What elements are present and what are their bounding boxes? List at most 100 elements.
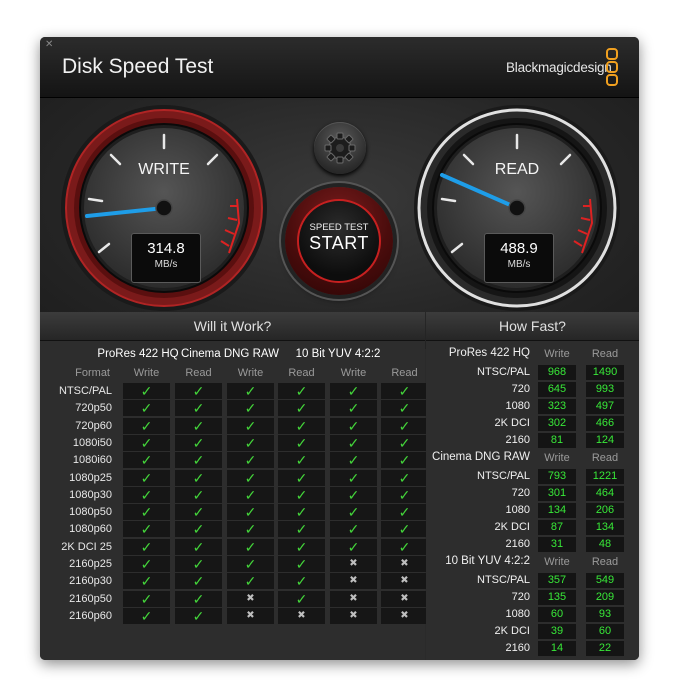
read-speed-cell: 93 <box>586 607 624 622</box>
write-speed-cell: 39 <box>538 624 576 639</box>
how-fast-write-header: Write <box>544 452 570 464</box>
read-speed-cell: 466 <box>586 416 624 431</box>
check-icon: ✓ <box>330 400 377 417</box>
format-label: 1080i50 <box>72 436 112 449</box>
check-icon: ✓ <box>175 590 222 607</box>
cross-icon: ✖ <box>227 607 274 624</box>
cross-icon: ✖ <box>381 573 428 590</box>
check-icon: ✓ <box>278 521 325 538</box>
format-column-header: Format <box>75 367 110 379</box>
write-gauge-label: WRITE <box>138 161 190 178</box>
check-icon: ✓ <box>175 383 222 399</box>
check-icon: ✓ <box>381 504 428 521</box>
brand-name: Blackmagicdesign <box>506 60 612 75</box>
write-speed-cell: 60 <box>538 607 576 622</box>
how-fast-format-label: 1080 <box>505 400 530 412</box>
check-icon: ✓ <box>123 573 170 590</box>
check-icon: ✓ <box>278 590 325 607</box>
app-window: ✕ Disk Speed Test Blackmagicdesign WRITE… <box>40 37 639 660</box>
format-label: 1080p30 <box>69 488 112 501</box>
start-button[interactable]: SPEED TEST START <box>285 187 393 295</box>
check-icon: ✓ <box>381 383 428 399</box>
subcolumn-header: Write <box>237 367 264 379</box>
check-icon: ✓ <box>123 383 170 399</box>
read-speed-cell: 497 <box>586 399 624 414</box>
format-label: 2160p25 <box>69 558 112 570</box>
check-icon: ✓ <box>227 504 274 521</box>
check-icon: ✓ <box>278 556 325 572</box>
check-icon: ✓ <box>381 538 428 555</box>
check-icon: ✓ <box>123 486 170 503</box>
read-gauge-readout: 488.9 MB/s <box>484 233 554 283</box>
close-icon[interactable]: ✕ <box>45 39 53 50</box>
how-fast-read-header: Read <box>591 556 619 568</box>
how-fast-format-label: NTSC/PAL <box>477 366 530 378</box>
write-speed-cell: 87 <box>538 520 576 535</box>
check-icon: ✓ <box>278 469 325 486</box>
check-icon: ✓ <box>227 521 274 538</box>
check-icon: ✓ <box>123 434 170 451</box>
write-speed-value: 314.8 <box>147 240 185 257</box>
read-speed-cell: 60 <box>586 624 624 639</box>
how-fast-format-label: 720 <box>511 591 530 603</box>
check-icon: ✓ <box>175 469 222 486</box>
check-icon: ✓ <box>227 486 274 503</box>
how-fast-format-label: NTSC/PAL <box>477 470 530 482</box>
read-speed-cell: 993 <box>586 382 624 397</box>
format-label: 2160p60 <box>69 609 112 622</box>
will-it-work-panel: Will it Work? ProRes 422 HQ Cinema DNG RA… <box>40 312 428 660</box>
will-it-work-title: Will it Work? <box>40 312 425 341</box>
check-icon: ✓ <box>123 590 170 607</box>
check-icon: ✓ <box>227 417 274 434</box>
check-icon: ✓ <box>123 452 170 469</box>
write-speed-cell: 14 <box>538 641 576 656</box>
start-button-caption: SPEED TEST <box>309 222 369 233</box>
check-icon: ✓ <box>278 383 325 399</box>
check-icon: ✓ <box>278 400 325 417</box>
read-speed-unit: MB/s <box>507 259 531 270</box>
how-fast-title: How Fast? <box>426 312 639 341</box>
how-fast-format-label: 720 <box>511 383 530 395</box>
how-fast-write-header: Write <box>544 556 570 568</box>
write-speed-cell: 357 <box>538 573 576 588</box>
check-icon: ✓ <box>123 504 170 521</box>
how-fast-group-name: ProRes 422 HQ <box>448 347 530 359</box>
cross-icon: ✖ <box>278 607 325 624</box>
check-icon: ✓ <box>175 556 222 572</box>
read-speed-cell: 134 <box>586 520 624 535</box>
check-icon: ✓ <box>227 469 274 486</box>
how-fast-format-label: 2160 <box>505 538 530 550</box>
check-icon: ✓ <box>123 538 170 555</box>
write-gauge-readout: 314.8 MB/s <box>131 233 201 283</box>
format-label: 2160p30 <box>69 575 112 588</box>
write-speed-unit: MB/s <box>154 259 178 270</box>
format-label: 720p60 <box>75 419 112 432</box>
read-speed-cell: 206 <box>586 503 624 518</box>
check-icon: ✓ <box>330 469 377 486</box>
how-fast-format-label: 2K DCI <box>494 625 530 637</box>
format-label: 1080i60 <box>72 454 112 467</box>
how-fast-group-name: Cinema DNG RAW <box>432 451 530 463</box>
how-fast-format-label: 2160 <box>505 434 530 446</box>
cross-icon: ✖ <box>381 607 428 624</box>
read-speed-cell: 1221 <box>586 469 624 484</box>
subcolumn-header: Read <box>288 367 315 379</box>
read-speed-cell: 48 <box>586 537 624 552</box>
cross-icon: ✖ <box>227 590 274 607</box>
read-speed-value: 488.9 <box>500 240 538 257</box>
check-icon: ✓ <box>278 504 325 521</box>
how-fast-format-label: 2160 <box>505 642 530 654</box>
check-icon: ✓ <box>330 434 377 451</box>
read-speed-cell: 464 <box>586 486 624 501</box>
read-speed-cell: 124 <box>586 433 624 448</box>
check-icon: ✓ <box>175 573 222 590</box>
how-fast-read-header: Read <box>591 348 619 360</box>
check-icon: ✓ <box>175 434 222 451</box>
check-icon: ✓ <box>278 538 325 555</box>
settings-button[interactable] <box>314 122 366 174</box>
check-icon: ✓ <box>278 452 325 469</box>
subcolumn-header: Read <box>391 367 418 379</box>
check-icon: ✓ <box>123 400 170 417</box>
check-icon: ✓ <box>175 400 222 417</box>
write-speed-cell: 968 <box>538 365 576 380</box>
